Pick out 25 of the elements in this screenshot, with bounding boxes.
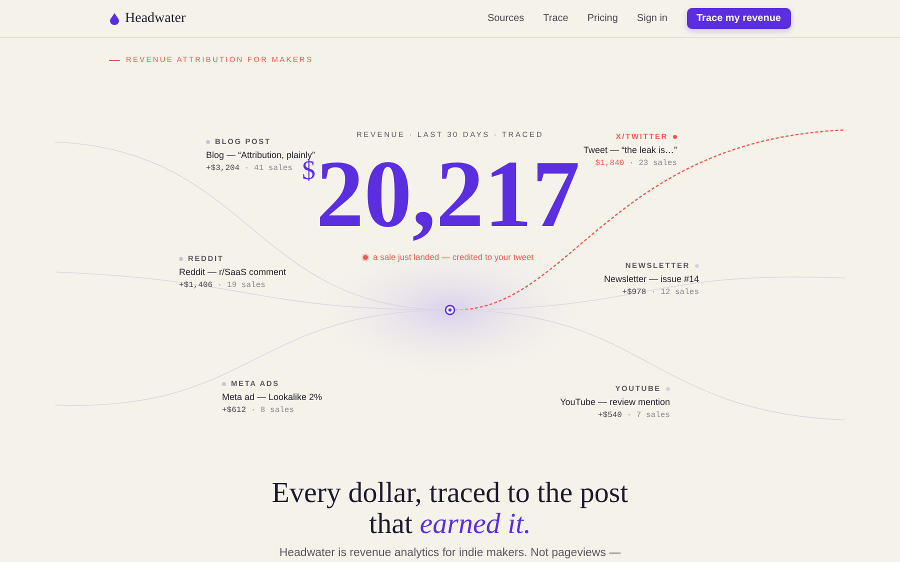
cta-button[interactable]: Trace my revenue [686, 8, 791, 29]
source-revenue: +$540 · 7 sales [598, 410, 670, 422]
source-title: Tweet — “the leak is…” [583, 144, 677, 157]
source-revenue: +$1,406 · 19 sales [179, 280, 266, 292]
intro-text: Headwater is revenue analytics for indie makers. Not pageviews — [279, 547, 621, 560]
source-revenue: +$612 · 8 sales [222, 405, 294, 417]
brand-name: Headwater [125, 10, 186, 26]
source-title: Reddit — r/SaaS comment [179, 266, 286, 279]
sale-note: a sale just landed — credited to your tweet [373, 251, 534, 263]
source-title: Blog — “Attribution, plainly” [206, 149, 316, 160]
source-revenue: $1,840 · 23 sales [595, 158, 677, 170]
source-title: YouTube — review mention [560, 396, 670, 409]
nav-link[interactable]: Sources [487, 13, 524, 24]
headline: Every dollar, traced to the post that earned it. [270, 478, 630, 540]
nav-link[interactable]: Trace [543, 13, 568, 24]
source-title: Meta ad — Lookalike 2% [222, 391, 322, 404]
drop-icon [110, 12, 119, 24]
pulse-dot [363, 254, 368, 260]
nav-link[interactable]: Sign in [636, 13, 668, 24]
source-revenue: +$978 · 12 sales [622, 287, 699, 299]
nav-link[interactable]: Pricing [587, 13, 618, 24]
source-title: Newsletter — issue #14 [604, 273, 699, 286]
source-revenue: +$3,204 · 41 sales [206, 163, 292, 175]
hub-icon [444, 304, 456, 316]
revenue-total: 20,217 [316, 146, 580, 242]
